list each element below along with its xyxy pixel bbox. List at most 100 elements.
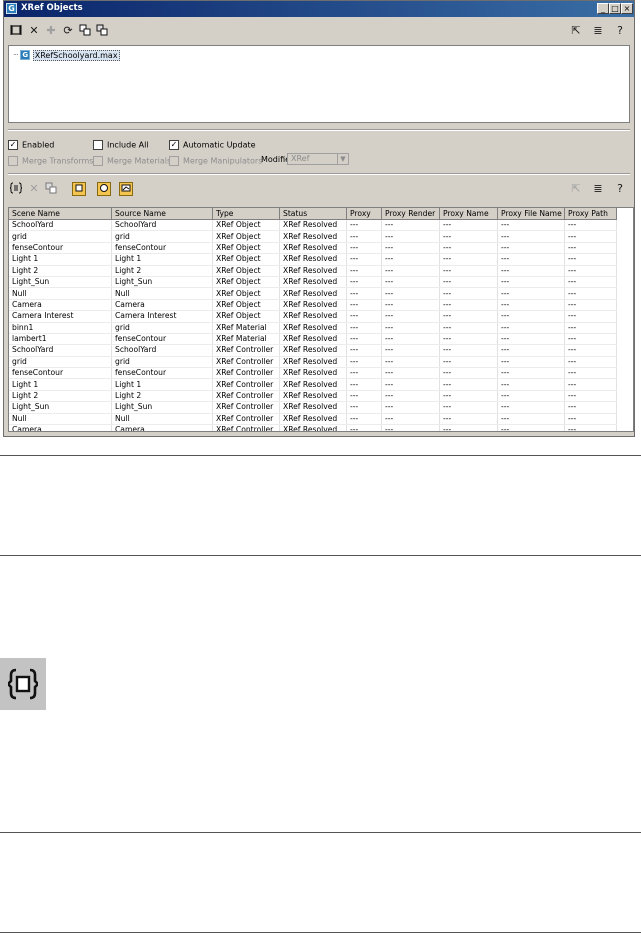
table-cell: XRef Resolved [279, 322, 347, 334]
table-cell: --- [497, 230, 565, 243]
table-cell: --- [564, 242, 617, 255]
table-cell: SchoolYard [9, 219, 112, 232]
table-cell: --- [497, 333, 565, 346]
table-cell: --- [497, 344, 565, 357]
bind-icon[interactable] [95, 24, 109, 38]
select-icon[interactable]: ⇱ [569, 24, 583, 38]
list-controllers-icon[interactable] [119, 182, 133, 196]
table-cell: Null [111, 413, 213, 426]
table-cell: --- [439, 367, 498, 380]
list-materials-icon[interactable] [97, 182, 111, 196]
table-cell: --- [564, 356, 617, 369]
merge-icon[interactable] [44, 182, 58, 196]
table-cell: fenseContour [9, 242, 112, 255]
table-cell: --- [497, 401, 565, 414]
table-cell: XRef Resolved [279, 219, 347, 232]
add-objects-icon[interactable] [9, 182, 23, 196]
table-row[interactable]: Light 2 Light 2 XRef Object XRef Resolved --… [9, 265, 617, 277]
column-header[interactable]: Scene Name [9, 208, 112, 220]
table-row[interactable]: lambert1 fenseContour XRef Material XRef Re… [9, 333, 617, 346]
table-cell: --- [381, 344, 440, 357]
close-button[interactable]: × [621, 3, 633, 14]
column-header[interactable]: Type [212, 208, 280, 220]
table-row[interactable]: Light_Sun Light_Sun XRef Controller XRef Re… [9, 401, 617, 414]
minimize-button[interactable]: _ [597, 3, 609, 14]
table-cell: Camera Interest [9, 310, 112, 323]
table-cell: --- [381, 390, 440, 403]
table-cell: --- [346, 242, 382, 255]
table-cell: XRef Controller [212, 401, 280, 414]
tree-item-xref-file[interactable]: ··· G XRefSchoolyard.max [13, 49, 120, 61]
table-cell: --- [346, 390, 382, 403]
table-cell: --- [497, 413, 565, 426]
table-cell: XRef Resolved [279, 356, 347, 369]
list-objects-icon[interactable] [72, 182, 86, 196]
table-cell: --- [497, 287, 565, 300]
column-header[interactable]: Proxy Path [564, 208, 617, 220]
divider [8, 129, 630, 131]
table-row[interactable]: Null Null XRef Object XRef Resolved --- --- --… [9, 287, 617, 300]
table-row[interactable]: binn1 grid XRef Material XRef Resolved --- --… [9, 322, 617, 334]
column-header[interactable]: Proxy File Name [497, 208, 565, 220]
table-cell: --- [381, 219, 440, 232]
column-header[interactable]: Source Name [111, 208, 213, 220]
xref-objects-window: G XRef Objects _ □ × ✕ ✚ ⟳ ⇱ ≣ ? ··· G X… [3, 0, 635, 437]
include-all-checkbox[interactable]: Include All [93, 140, 149, 150]
help-icon[interactable]: ? [613, 24, 627, 38]
column-header[interactable]: Proxy [346, 208, 382, 220]
column-header[interactable]: Proxy Name [439, 208, 498, 220]
table-row[interactable]: Light 1 Light 1 XRef Controller XRef Resolv… [9, 378, 617, 391]
table-row[interactable]: Light_Sun Light_Sun XRef Object XRef Resolv… [9, 276, 617, 289]
merge-transforms-checkbox: Merge Transforms [8, 156, 93, 166]
table-cell: Null [9, 413, 112, 426]
table-cell: grid [9, 356, 112, 369]
add-file-icon[interactable] [9, 24, 23, 38]
table-row[interactable]: Camera Camera XRef Object XRef Resolved --- -… [9, 299, 617, 312]
enabled-checkbox[interactable]: ✓ Enabled [8, 140, 54, 150]
column-header[interactable]: Proxy Render [381, 208, 440, 220]
checkbox-mark [93, 156, 103, 166]
table-cell: --- [497, 219, 565, 232]
table-cell: Camera Interest [111, 310, 213, 323]
table-row[interactable]: Light 2 Light 2 XRef Controller XRef Resolv… [9, 390, 617, 403]
maximize-button[interactable]: □ [609, 3, 621, 14]
table-row[interactable]: Null Null XRef Controller XRef Resolved --- -… [9, 413, 617, 426]
table-cell: Null [111, 287, 213, 300]
table-cell: --- [381, 333, 440, 346]
table-row[interactable]: fenseContour fenseContour XRef Object XRef … [9, 242, 617, 255]
automatic-update-checkbox[interactable]: ✓ Automatic Update [169, 140, 256, 150]
xref-file-tree[interactable]: ··· G XRefSchoolyard.max [8, 45, 630, 123]
convert-selected-icon[interactable] [78, 24, 92, 38]
merge-manipulators-checkbox: Merge Manipulators [169, 156, 262, 166]
help-icon[interactable]: ? [613, 182, 627, 196]
table-cell: --- [346, 413, 382, 426]
table-row[interactable]: Camera Camera XRef Controller XRef Resolved… [9, 424, 617, 431]
column-header[interactable]: Status [279, 208, 347, 220]
window-title: XRef Objects [21, 3, 83, 13]
table-cell: XRef Resolved [279, 265, 347, 277]
table-cell: XRef Resolved [279, 390, 347, 403]
list-icon[interactable]: ≣ [591, 24, 605, 38]
table-cell: --- [497, 242, 565, 255]
table-row[interactable]: Camera Interest Camera Interest XRef Objec… [9, 310, 617, 323]
table-cell: Light_Sun [9, 276, 112, 289]
table-cell: --- [439, 390, 498, 403]
table-cell: XRef Resolved [279, 367, 347, 380]
table-row[interactable]: Light 1 Light 1 XRef Object XRef Resolved --… [9, 253, 617, 266]
table-cell: --- [346, 367, 382, 380]
table-row[interactable]: grid grid XRef Controller XRef Resolved --- -… [9, 356, 617, 369]
table-row[interactable]: SchoolYard SchoolYard XRef Object XRef Reso… [9, 219, 617, 232]
table-row[interactable]: SchoolYard SchoolYard XRef Controller XRef … [9, 344, 617, 357]
table-row[interactable]: fenseContour fenseContour XRef Controller X… [9, 367, 617, 380]
table-cell: --- [497, 378, 565, 391]
table-cell: XRef Resolved [279, 242, 347, 255]
divider [8, 173, 630, 175]
refresh-icon[interactable]: ⟳ [61, 24, 75, 38]
remove-icon[interactable]: ✕ [27, 24, 41, 38]
table-cell: --- [564, 344, 617, 357]
table-body: SchoolYard SchoolYard XRef Object XRef Reso… [9, 219, 617, 431]
list-icon[interactable]: ≣ [591, 182, 605, 196]
table-row[interactable]: grid grid XRef Object XRef Resolved --- --- --… [9, 230, 617, 243]
xref-entities-table[interactable]: Scene Name Source Name Type Status Proxy Prox… [8, 207, 634, 432]
select-icon: ⇱ [571, 182, 581, 195]
